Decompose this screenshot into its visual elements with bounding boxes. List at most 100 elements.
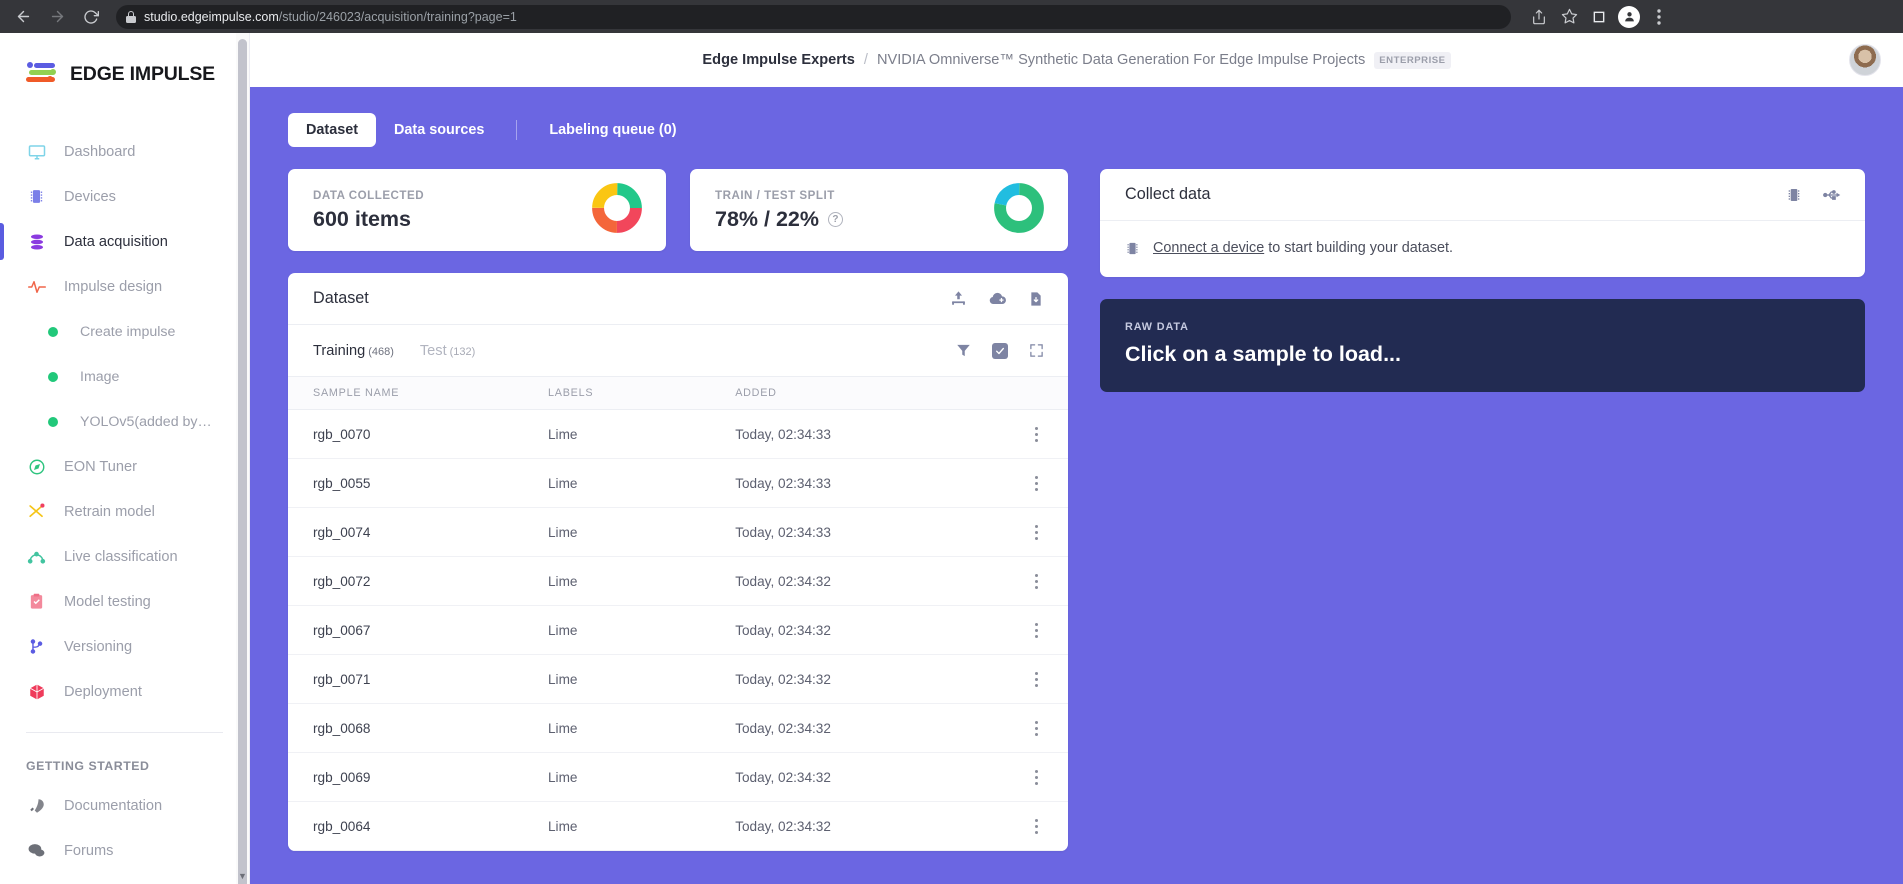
user-avatar[interactable]	[1849, 44, 1881, 76]
tab-labeling-queue[interactable]: Labeling queue (0)	[531, 113, 694, 147]
row-menu-icon[interactable]	[1006, 573, 1068, 589]
upload-icon[interactable]	[950, 290, 967, 307]
cell-added: Today, 02:34:33	[735, 458, 1006, 508]
table-row[interactable]: rgb_0055 Lime Today, 02:34:33	[288, 458, 1068, 508]
main-content: Edge Impulse Experts / NVIDIA Omniverse™…	[250, 33, 1903, 884]
connect-a-device-link[interactable]: Connect a device	[1153, 240, 1264, 256]
subtab-test[interactable]: Test (132)	[420, 343, 475, 359]
subtab-count: (468)	[368, 345, 394, 358]
sidebar-item-label: Live classification	[64, 548, 178, 565]
sidebar-item-versioning[interactable]: Versioning	[0, 624, 249, 669]
sidebar-item-label: YOLOv5(added by S...	[80, 413, 215, 430]
reload-button[interactable]	[76, 2, 106, 32]
card-label: DATA COLLECTED	[313, 188, 425, 202]
url-host: studio.edgeimpulse.com	[144, 9, 279, 24]
sidebar-item-data-acquisition[interactable]: Data acquisition	[0, 219, 249, 264]
cell-added: Today, 02:34:32	[735, 752, 1006, 802]
status-dot-icon	[48, 416, 58, 427]
select-all-checkbox-icon[interactable]	[992, 342, 1008, 359]
sidebar-item-forums[interactable]: Forums	[0, 828, 249, 873]
dataset-panel: Dataset Training (468) Test (132) SAMPLE…	[288, 273, 1068, 851]
filter-icon[interactable]	[956, 343, 971, 358]
extensions-icon[interactable]	[1585, 3, 1613, 31]
scroll-down-arrow-icon[interactable]: ▼	[237, 871, 248, 881]
cube-icon	[26, 681, 47, 702]
sidebar-item-model-testing[interactable]: Model testing	[0, 579, 249, 624]
tab-dataset[interactable]: Dataset	[288, 113, 376, 147]
table-header: SAMPLE NAME LABELS ADDED	[288, 377, 1068, 410]
row-menu-icon[interactable]	[1006, 622, 1068, 638]
page-tabs: Dataset Data sources Labeling queue (0)	[250, 87, 1903, 147]
table-row[interactable]: rgb_0074 Lime Today, 02:34:33	[288, 507, 1068, 557]
database-icon	[26, 231, 47, 252]
sidebar-item-devices[interactable]: Devices	[0, 174, 249, 219]
row-menu-icon[interactable]	[1006, 769, 1068, 785]
sidebar-item-label: Dashboard	[64, 143, 136, 160]
sidebar-item-image[interactable]: Image	[0, 354, 249, 399]
expand-icon[interactable]	[1029, 343, 1044, 358]
cell-actions	[1005, 752, 1068, 802]
cloud-upload-icon[interactable]	[988, 289, 1007, 308]
table-body: rgb_0070 Lime Today, 02:34:33 rgb_0055 L…	[288, 409, 1068, 851]
sidebar-item-retrain-model[interactable]: Retrain model	[0, 489, 249, 534]
right-column: Collect data Connect a device to start b…	[1100, 169, 1865, 392]
card-text: DATA COLLECTED 600 items	[313, 189, 424, 232]
card-label: TRAIN / TEST SPLIT	[715, 188, 835, 202]
sidebar-item-deployment[interactable]: Deployment	[0, 669, 249, 714]
breadcrumb-owner[interactable]: Edge Impulse Experts	[702, 52, 854, 68]
breadcrumb-project[interactable]: NVIDIA Omniverse™ Synthetic Data Generat…	[877, 52, 1365, 68]
collect-data-panel: Collect data Connect a device to start b…	[1100, 169, 1865, 277]
clipboard-check-icon	[26, 591, 47, 612]
table-row[interactable]: rgb_0068 Lime Today, 02:34:32	[288, 703, 1068, 753]
row-menu-icon[interactable]	[1006, 720, 1068, 736]
profile-avatar[interactable]	[1615, 3, 1643, 31]
row-menu-icon[interactable]	[1006, 818, 1068, 834]
row-menu-icon[interactable]	[1006, 426, 1068, 442]
scrollbar-thumb[interactable]	[238, 39, 247, 884]
bookmark-star-icon[interactable]	[1555, 3, 1583, 31]
table-row[interactable]: rgb_0067 Lime Today, 02:34:32	[288, 605, 1068, 655]
collect-data-title: Collect data	[1125, 185, 1211, 203]
chip-icon[interactable]	[1786, 187, 1802, 203]
table-header-row: SAMPLE NAME LABELS ADDED	[288, 377, 1068, 410]
rocket-icon	[26, 795, 47, 816]
cell-sample-name: rgb_0070	[288, 409, 548, 459]
brand-logo[interactable]: EDGE IMPULSE	[0, 33, 249, 87]
cell-sample-name: rgb_0055	[288, 458, 548, 508]
file-download-icon[interactable]	[1028, 291, 1044, 307]
sidebar-item-yolov5[interactable]: YOLOv5(added by S...	[0, 399, 249, 444]
sidebar-item-live-classification[interactable]: Live classification	[0, 534, 249, 579]
sidebar-item-dashboard[interactable]: Dashboard	[0, 129, 249, 174]
cell-label: Lime	[548, 654, 736, 704]
table-row[interactable]: rgb_0072 Lime Today, 02:34:32	[288, 556, 1068, 606]
address-bar[interactable]: studio.edgeimpulse.com/studio/246023/acq…	[116, 4, 1511, 29]
row-menu-icon[interactable]	[1006, 671, 1068, 687]
table-row[interactable]: rgb_0064 Lime Today, 02:34:32	[288, 801, 1068, 851]
sidebar-item-eon-tuner[interactable]: EON Tuner	[0, 444, 249, 489]
dataset-panel-actions	[950, 289, 1044, 308]
row-menu-icon[interactable]	[1006, 524, 1068, 540]
usb-icon[interactable]	[1823, 186, 1841, 204]
sidebar-item-documentation[interactable]: Documentation	[0, 783, 249, 828]
sidebar-item-impulse-design[interactable]: Impulse design	[0, 264, 249, 309]
share-icon[interactable]	[1525, 3, 1553, 31]
card-text: TRAIN / TEST SPLIT 78% / 22% ?	[715, 189, 843, 232]
help-circle-icon[interactable]: ?	[827, 211, 843, 227]
dataset-table-actions	[956, 342, 1044, 359]
sidebar-item-create-impulse[interactable]: Create impulse	[0, 309, 249, 354]
sidebar-item-label: Devices	[64, 188, 116, 205]
row-menu-icon[interactable]	[1006, 475, 1068, 491]
subtab-training[interactable]: Training (468)	[313, 343, 394, 359]
raw-data-panel: RAW DATA Click on a sample to load...	[1100, 299, 1865, 392]
cell-sample-name: rgb_0067	[288, 605, 548, 655]
tab-data-sources[interactable]: Data sources	[376, 113, 502, 147]
back-button[interactable]	[8, 2, 38, 32]
chrome-menu-icon[interactable]	[1645, 3, 1673, 31]
sidebar-scrollbar[interactable]: ▼	[236, 33, 249, 884]
subtab-label: Training	[313, 342, 366, 359]
cell-actions	[1005, 605, 1068, 655]
table-row[interactable]: rgb_0070 Lime Today, 02:34:33	[288, 409, 1068, 459]
table-row[interactable]: rgb_0071 Lime Today, 02:34:32	[288, 654, 1068, 704]
table-row[interactable]: rgb_0069 Lime Today, 02:34:32	[288, 752, 1068, 802]
forward-button[interactable]	[42, 2, 72, 32]
